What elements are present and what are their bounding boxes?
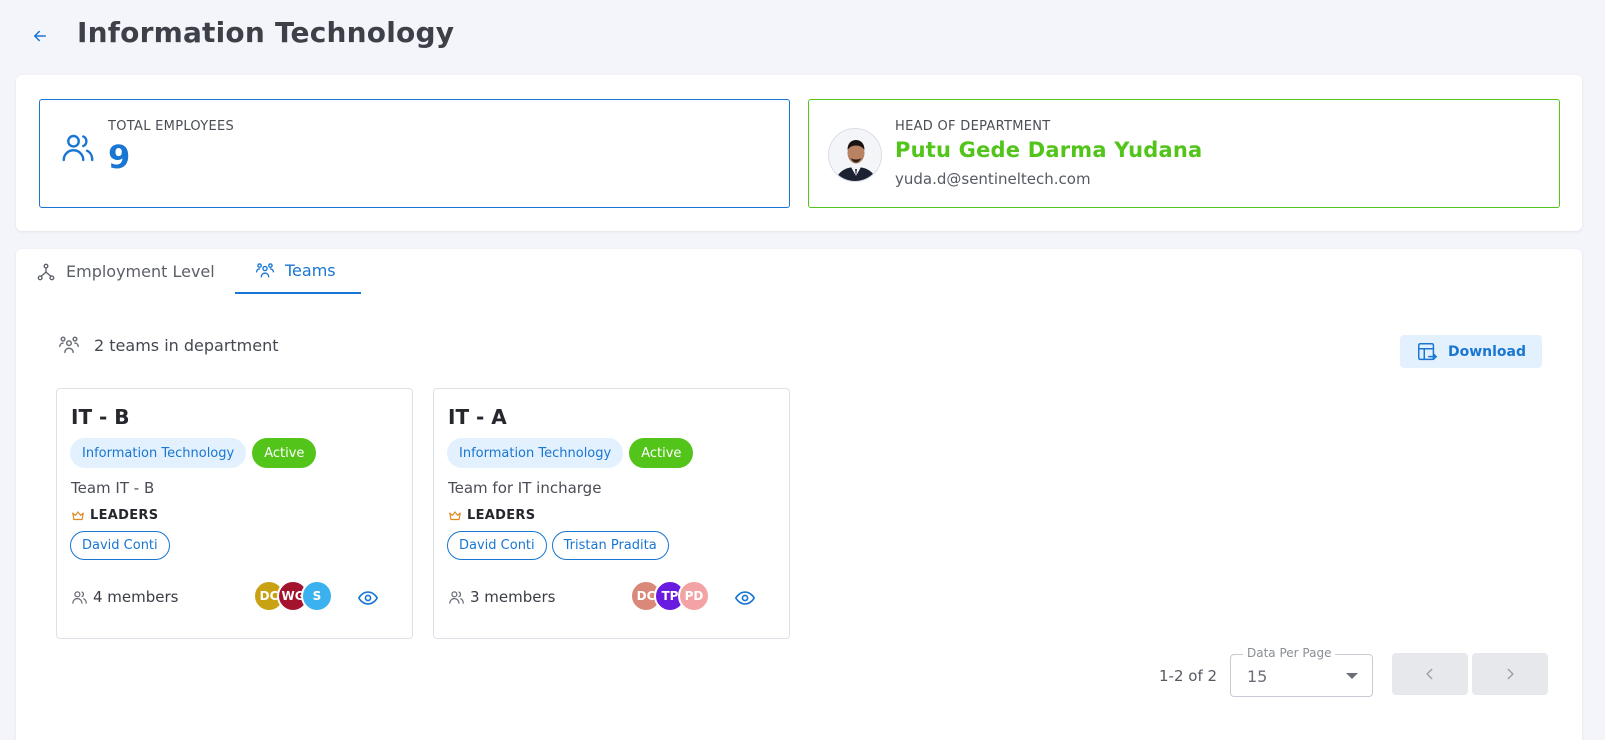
tab-employment-level[interactable]: Employment Level — [36, 249, 215, 294]
avatar: S — [301, 580, 333, 612]
member-avatars: DC TP PD — [630, 580, 710, 612]
back-arrow-icon[interactable] — [28, 24, 52, 48]
team-chips: Information Technology Active — [447, 438, 694, 468]
top-bar: Information Technology — [0, 0, 1605, 72]
pagination-info: 1-2 of 2 — [1159, 667, 1218, 685]
teams-count: 2 teams in department — [58, 334, 279, 356]
previous-page-button[interactable] — [1392, 653, 1468, 695]
members-count-text: 4 members — [93, 588, 179, 606]
team-icon — [256, 262, 274, 277]
avatar: PD — [678, 580, 710, 612]
caret-down-icon — [1346, 673, 1358, 679]
leader-list: David Conti — [70, 531, 170, 560]
tab-teams[interactable]: Teams — [235, 249, 361, 294]
chevron-left-icon — [1426, 668, 1433, 680]
users-icon — [449, 590, 464, 604]
total-employees-count: 9 — [108, 138, 131, 176]
members-count-text: 3 members — [470, 588, 556, 606]
members-count: 3 members — [448, 588, 556, 606]
member-avatars: DC WG S — [253, 580, 333, 612]
team-card: IT - B Information Technology Active Tea… — [56, 388, 413, 639]
head-of-department-label: HEAD OF DEPARTMENT — [895, 119, 1051, 134]
teams-panel: Employment Level Teams 2 teams in depart… — [16, 249, 1582, 740]
crown-icon — [72, 510, 84, 520]
crown-icon — [449, 510, 461, 520]
team-description: Team IT - B — [71, 479, 155, 497]
users-icon — [60, 130, 96, 166]
status-badge: Active — [629, 438, 694, 468]
department-chip: Information Technology — [70, 438, 247, 468]
tab-teams-label: Teams — [285, 261, 336, 280]
department-summary-card: TOTAL EMPLOYEES 9 HEAD OF DEPARTMENT Put… — [16, 75, 1582, 231]
table-export-icon — [1418, 342, 1437, 360]
per-page-select[interactable]: Data Per Page 15 — [1230, 646, 1373, 697]
team-card: IT - A Information Technology Active Tea… — [433, 388, 790, 639]
view-eye-icon[interactable] — [734, 587, 756, 609]
team-description: Team for IT incharge — [448, 479, 602, 497]
view-eye-icon[interactable] — [357, 587, 379, 609]
leaders-label-text: LEADERS — [467, 508, 536, 523]
leaders-label: LEADERS — [71, 508, 158, 523]
per-page-label: Data Per Page — [1243, 646, 1336, 660]
team-chips: Information Technology Active — [70, 438, 317, 468]
status-badge: Active — [252, 438, 317, 468]
head-avatar — [828, 128, 882, 182]
head-name: Putu Gede Darma Yudana — [895, 138, 1203, 162]
leaders-label-text: LEADERS — [90, 508, 159, 523]
per-page-value: 15 — [1247, 667, 1268, 686]
head-email: yuda.d@sentineltech.com — [895, 170, 1091, 188]
chevron-right-icon — [1507, 668, 1514, 680]
leader-chip[interactable]: Tristan Pradita — [551, 531, 669, 560]
team-icon — [59, 336, 79, 354]
leader-chip[interactable]: David Conti — [447, 531, 547, 560]
teams-count-text: 2 teams in department — [94, 335, 279, 355]
department-chip: Information Technology — [447, 438, 624, 468]
leader-list: David Conti Tristan Pradita — [447, 531, 669, 560]
leaders-label: LEADERS — [448, 508, 535, 523]
total-employees-box: TOTAL EMPLOYEES 9 — [39, 99, 790, 208]
total-employees-label: TOTAL EMPLOYEES — [108, 119, 235, 134]
next-page-button[interactable] — [1472, 653, 1548, 695]
members-count: 4 members — [71, 588, 179, 606]
head-of-department-box: HEAD OF DEPARTMENT Putu Gede Darma Yudan… — [808, 99, 1560, 208]
download-button[interactable]: Download — [1400, 335, 1542, 368]
page-title: Information Technology — [77, 16, 455, 49]
tab-employment-level-label: Employment Level — [66, 262, 215, 281]
users-icon — [72, 590, 87, 604]
hierarchy-icon — [37, 263, 55, 280]
team-name: IT - B — [71, 405, 130, 429]
download-label: Download — [1447, 343, 1527, 360]
team-name: IT - A — [448, 405, 507, 429]
leader-chip[interactable]: David Conti — [70, 531, 170, 560]
